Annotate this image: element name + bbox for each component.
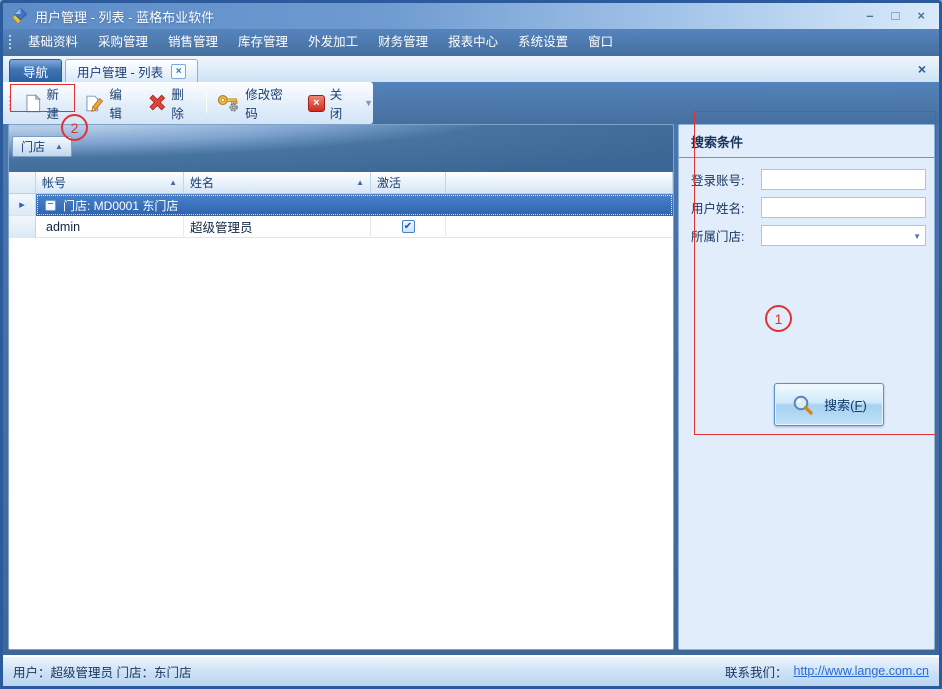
status-user-info: 用户：超级管理员 门店：东门店 (13, 662, 191, 681)
close-button[interactable]: × (917, 8, 925, 24)
contact-label: 联系我们： (725, 662, 788, 681)
new-button[interactable]: 新建 (18, 82, 78, 124)
key-gear-icon (217, 93, 240, 113)
menubar-grip (8, 34, 13, 51)
delete-button[interactable]: 删除 (141, 82, 203, 124)
group-by-bar: 门店 ▲ (9, 125, 673, 172)
column-header-account-label: 帐号 (42, 174, 66, 191)
row-indicator-cell: ▸ (9, 194, 36, 216)
grid-header-row: 帐号 ▲ 姓名 ▲ 激活 (9, 172, 673, 194)
column-header-name[interactable]: 姓名 ▲ (184, 172, 371, 194)
group-row-store[interactable]: ▸ − 门店: MD0001 东门店 (9, 194, 673, 216)
edit-button-label: 编辑 (109, 84, 133, 122)
store-select-input[interactable] (761, 225, 926, 246)
menu-inventory[interactable]: 库存管理 (228, 29, 298, 56)
group-chip-label: 门店 (21, 138, 45, 155)
column-header-name-label: 姓名 (190, 174, 214, 191)
user-name-label: 用户姓名: (691, 198, 761, 217)
tabstrip-close-icon[interactable]: × (918, 61, 926, 77)
header-filler-cell (446, 172, 673, 194)
sort-asc-icon: ▲ (55, 142, 63, 151)
group-row-body[interactable]: − 门店: MD0001 东门店 (36, 194, 673, 216)
new-button-label: 新建 (46, 84, 70, 122)
user-name-row: 用户姓名: (691, 197, 926, 218)
row-indicator-cell (9, 216, 36, 238)
search-label-prefix: 搜索( (824, 398, 854, 413)
menu-base-data[interactable]: 基础资料 (18, 29, 88, 56)
website-link[interactable]: http://www.lange.com.cn (794, 664, 929, 678)
header-indicator-cell (9, 172, 36, 194)
content-area: 门店 ▲ 帐号 ▲ 姓名 ▲ 激活 (3, 124, 939, 655)
menu-outsourcing[interactable]: 外发加工 (298, 29, 368, 56)
tab-navigation-label: 导航 (23, 62, 48, 81)
tab-close-icon[interactable]: × (171, 64, 186, 79)
table-row[interactable]: admin 超级管理员 ✔ (9, 216, 673, 238)
login-account-label: 登录账号: (691, 170, 761, 189)
cell-name[interactable]: 超级管理员 (184, 216, 371, 238)
status-right: 联系我们： http://www.lange.com.cn (725, 662, 929, 681)
maximize-button[interactable]: □ (892, 8, 900, 24)
cell-active: ✔ (371, 216, 446, 238)
toolbar-row: 新建 编辑 删除 (3, 82, 939, 124)
close-dropdown-icon[interactable]: ▼ (364, 98, 373, 108)
minimize-button[interactable]: – (866, 8, 873, 24)
column-header-active[interactable]: 激活 (371, 172, 446, 194)
change-password-button[interactable]: 修改密码 (210, 82, 301, 124)
store-select[interactable]: ▼ (761, 225, 926, 246)
user-name-input[interactable] (761, 197, 926, 218)
search-panel-title: 搜索条件 (679, 125, 934, 158)
login-account-input[interactable] (761, 169, 926, 190)
menu-window[interactable]: 窗口 (578, 29, 623, 56)
search-icon (791, 394, 815, 416)
menu-reports[interactable]: 报表中心 (438, 29, 508, 56)
search-panel: 搜索条件 登录账号: 用户姓名: 所属门店: ▼ (678, 124, 935, 650)
tab-strip: 导航 用户管理 - 列表 × × (3, 56, 939, 82)
close-tab-button[interactable]: × 关闭 (301, 82, 361, 124)
login-account-row: 登录账号: (691, 169, 926, 190)
menu-finance[interactable]: 财务管理 (368, 29, 438, 56)
status-bar: 用户：超级管理员 门店：东门店 联系我们： http://www.lange.c… (3, 655, 939, 686)
active-checkbox[interactable]: ✔ (402, 220, 415, 233)
tab-doc-label: 用户管理 - 列表 (77, 62, 163, 81)
column-header-account[interactable]: 帐号 ▲ (36, 172, 184, 194)
window-title: 用户管理 - 列表 - 蓝格布业软件 (35, 7, 214, 26)
menu-settings[interactable]: 系统设置 (508, 29, 578, 56)
row-indicator-icon: ▸ (19, 198, 25, 211)
tab-user-management-list[interactable]: 用户管理 - 列表 × (65, 59, 198, 82)
sort-asc-icon: ▲ (356, 178, 364, 187)
delete-x-icon (148, 94, 167, 112)
menu-purchase[interactable]: 采购管理 (88, 29, 158, 56)
store-label: 所属门店: (691, 226, 761, 245)
sort-asc-icon: ▲ (169, 178, 177, 187)
edit-pencil-icon (85, 94, 105, 113)
change-password-button-label: 修改密码 (245, 84, 294, 122)
delete-button-label: 删除 (171, 84, 195, 122)
toolbar-grip (8, 95, 13, 112)
collapse-icon[interactable]: − (45, 200, 56, 211)
menu-sales[interactable]: 销售管理 (158, 29, 228, 56)
close-button-label: 关闭 (330, 84, 354, 122)
cell-filler (446, 216, 673, 238)
search-label-suffix: ) (862, 398, 866, 413)
app-logo-icon (11, 8, 28, 24)
app-window: 用户管理 - 列表 - 蓝格布业软件 – □ × 基础资料 采购管理 销售管理 … (0, 0, 942, 689)
store-row: 所属门店: ▼ (691, 225, 926, 246)
toolbar-separator (206, 93, 207, 113)
search-button-label: 搜索(F) (824, 395, 867, 414)
new-document-icon (25, 94, 42, 113)
close-red-icon: × (308, 95, 325, 112)
tab-navigation[interactable]: 导航 (9, 59, 62, 82)
search-button[interactable]: 搜索(F) (774, 383, 884, 426)
group-chip-store[interactable]: 门店 ▲ (12, 136, 72, 157)
cell-account[interactable]: admin (36, 216, 184, 238)
edit-button[interactable]: 编辑 (78, 82, 141, 124)
user-grid-panel: 门店 ▲ 帐号 ▲ 姓名 ▲ 激活 (8, 124, 674, 650)
grid-empty-area (9, 238, 673, 649)
title-bar: 用户管理 - 列表 - 蓝格布业软件 – □ × (3, 3, 939, 29)
group-row-label: 门店: MD0001 东门店 (63, 197, 178, 214)
column-header-active-label: 激活 (377, 174, 401, 191)
menu-bar: 基础资料 采购管理 销售管理 库存管理 外发加工 财务管理 报表中心 系统设置 … (3, 29, 939, 56)
window-controls: – □ × (866, 8, 925, 24)
toolbar: 新建 编辑 删除 (3, 82, 373, 124)
